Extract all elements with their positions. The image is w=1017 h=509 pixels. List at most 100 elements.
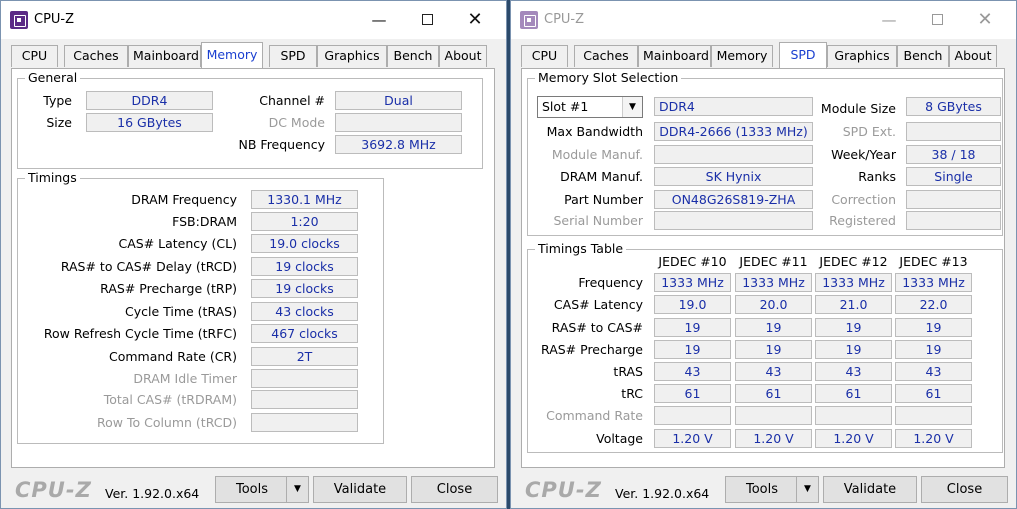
window-title: CPU-Z	[544, 12, 585, 27]
tools-button[interactable]: Tools ▼	[215, 476, 309, 503]
tab-cpu[interactable]: CPU	[11, 45, 58, 67]
fsb-dram-label: FSB:DRAM	[172, 214, 237, 229]
ras-to-cas-value: 19 clocks	[251, 257, 358, 276]
part-number-value: ON48G26S819-ZHA	[654, 190, 813, 209]
tab-cpu[interactable]: CPU	[521, 45, 568, 67]
ranks-label: Ranks	[858, 169, 896, 184]
timings-group: Timings DRAM Frequency 1330.1 MHz FSB:DR…	[17, 170, 384, 444]
tab-bench[interactable]: Bench	[897, 45, 949, 67]
timings-table-group: Timings Table JEDEC #10 JEDEC #11 JEDEC …	[527, 241, 1003, 453]
col-header-jedec-12: JEDEC #12	[819, 254, 888, 269]
close-window-button[interactable]: ✕	[962, 5, 1008, 35]
ras-precharge-label: RAS# Precharge (tRP)	[100, 281, 237, 296]
maximize-icon	[931, 13, 943, 25]
week-year-label: Week/Year	[831, 147, 896, 162]
cas-latency-jedec-10: 19.0	[654, 295, 731, 314]
dram-manuf-label: DRAM Manuf.	[560, 169, 643, 184]
module-manuf-label: Module Manuf.	[551, 147, 643, 162]
tab-about[interactable]: About	[949, 45, 997, 67]
command-rate-label: Command Rate	[546, 408, 643, 423]
chevron-down-icon[interactable]: ▼	[622, 97, 642, 117]
tab-caches[interactable]: Caches	[574, 45, 638, 67]
close-button[interactable]: Close	[921, 476, 1008, 503]
tras-jedec-11: 43	[735, 362, 812, 381]
dram-frequency-label: DRAM Frequency	[131, 192, 237, 207]
tab-bar: CPU Caches Mainboard Memory SPD Graphics…	[11, 42, 496, 68]
general-group-label: General	[25, 70, 81, 85]
tab-graphics[interactable]: Graphics	[317, 45, 387, 67]
minimize-button[interactable]: —	[866, 5, 912, 35]
row-to-column-value	[251, 413, 358, 432]
frequency-jedec-10: 1333 MHz	[654, 273, 731, 292]
cas-latency-label: CAS# Latency (CL)	[118, 236, 238, 251]
tab-mainboard[interactable]: Mainboard	[638, 45, 711, 67]
ras-precharge-value: 19 clocks	[251, 279, 358, 298]
dram-manuf-value: SK Hynix	[654, 167, 813, 186]
validate-button[interactable]: Validate	[823, 476, 917, 503]
channel-label: Channel #	[259, 93, 325, 108]
tab-caches[interactable]: Caches	[64, 45, 128, 67]
command-rate-jedec-10	[654, 406, 731, 425]
spd-ext-value	[906, 122, 1001, 141]
tab-memory[interactable]: Memory	[201, 42, 263, 68]
row-refresh-value: 467 clocks	[251, 324, 358, 343]
max-bandwidth-label: Max Bandwidth	[546, 124, 643, 139]
validate-button[interactable]: Validate	[313, 476, 407, 503]
tab-memory[interactable]: Memory	[711, 45, 773, 67]
tools-dropdown-icon[interactable]: ▼	[796, 477, 818, 502]
dc-mode-value	[335, 113, 462, 132]
close-button[interactable]: Close	[411, 476, 498, 503]
tools-button[interactable]: Tools ▼	[725, 476, 819, 503]
size-label: Size	[46, 115, 72, 130]
ras-to-cas-label: RAS# to CAS# Delay (tRCD)	[60, 259, 237, 274]
trc-jedec-12: 61	[815, 384, 892, 403]
type-value: DDR4	[86, 91, 213, 110]
voltage-jedec-12: 1.20 V	[815, 429, 892, 448]
channel-value: Dual	[335, 91, 462, 110]
cas-latency-jedec-13: 22.0	[895, 295, 972, 314]
tab-mainboard[interactable]: Mainboard	[128, 45, 201, 67]
col-header-jedec-11: JEDEC #11	[739, 254, 808, 269]
ras-to-cas-label: RAS# to CAS#	[551, 320, 643, 335]
nb-frequency-label: NB Frequency	[238, 137, 325, 152]
slot-select[interactable]: Slot #1 ▼	[537, 96, 643, 118]
slot-select-value: Slot #1	[542, 99, 589, 114]
window-title: CPU-Z	[34, 12, 75, 27]
row-to-column-label: Row To Column (tRCD)	[96, 415, 237, 430]
cas-latency-value: 19.0 clocks	[251, 234, 358, 253]
col-header-jedec-10: JEDEC #10	[658, 254, 727, 269]
timings-table-group-label: Timings Table	[535, 241, 627, 256]
slot-type-value: DDR4	[654, 97, 813, 116]
cycle-time-label: Cycle Time (tRAS)	[124, 304, 237, 319]
trc-jedec-11: 61	[735, 384, 812, 403]
maximize-button[interactable]	[404, 5, 450, 35]
tab-spd[interactable]: SPD	[779, 42, 827, 68]
tools-dropdown-icon[interactable]: ▼	[286, 477, 308, 502]
close-window-button[interactable]: ✕	[452, 5, 498, 35]
memory-slot-group-label: Memory Slot Selection	[535, 70, 682, 85]
command-rate-jedec-13	[895, 406, 972, 425]
title-bar[interactable]: CPU-Z — ✕	[511, 1, 1016, 39]
command-rate-jedec-12	[815, 406, 892, 425]
ras-precharge-jedec-12: 19	[815, 340, 892, 359]
maximize-button[interactable]	[914, 5, 960, 35]
tools-button-label: Tools	[235, 482, 269, 497]
module-size-value: 8 GBytes	[906, 97, 1001, 116]
tab-about[interactable]: About	[439, 45, 487, 67]
cpuz-window-memory: CPU-Z — ✕ CPU Caches Mainboard Memory SP…	[0, 0, 507, 509]
tools-button-label: Tools	[745, 482, 779, 497]
max-bandwidth-value: DDR4-2666 (1333 MHz)	[654, 122, 813, 141]
frequency-jedec-13: 1333 MHz	[895, 273, 972, 292]
tab-bench[interactable]: Bench	[387, 45, 439, 67]
tab-spd[interactable]: SPD	[269, 45, 317, 67]
command-rate-jedec-11	[735, 406, 812, 425]
title-bar[interactable]: CPU-Z — ✕	[1, 1, 506, 39]
ras-precharge-jedec-11: 19	[735, 340, 812, 359]
cas-latency-label: CAS# Latency	[553, 297, 643, 312]
nb-frequency-value: 3692.8 MHz	[335, 135, 462, 154]
ranks-value: Single	[906, 167, 1001, 186]
minimize-button[interactable]: —	[356, 5, 402, 35]
timings-group-label: Timings	[25, 170, 80, 185]
tab-graphics[interactable]: Graphics	[827, 45, 897, 67]
serial-number-label: Serial Number	[553, 213, 643, 228]
